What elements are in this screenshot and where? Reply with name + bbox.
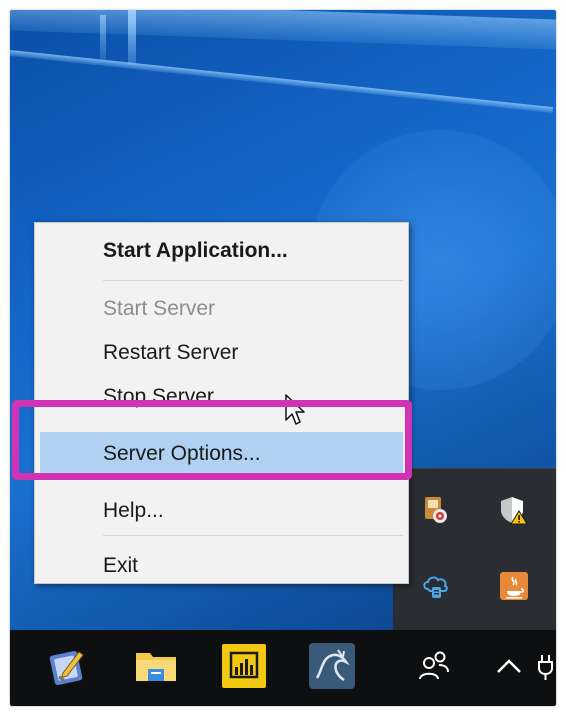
annotation-highlight-box [12, 400, 412, 480]
mysql-workbench-icon[interactable] [306, 640, 358, 692]
chevron-up-icon[interactable] [494, 640, 524, 692]
menu-separator [103, 535, 403, 536]
file-explorer-icon[interactable] [130, 640, 182, 692]
menu-item-restart-server[interactable]: Restart Server [35, 331, 408, 375]
screen: Start Application... Start Server Restar… [10, 10, 556, 706]
menu-separator [103, 280, 403, 281]
screenshot-frame: Start Application... Start Server Restar… [0, 0, 566, 714]
wallpaper-light-beam [10, 50, 554, 114]
power-bi-icon[interactable] [218, 640, 270, 692]
menu-item-exit[interactable]: Exit [35, 544, 408, 588]
notes-app-icon[interactable] [42, 640, 94, 692]
wallpaper-light-beam [100, 15, 106, 60]
menu-item-start-application[interactable]: Start Application... [35, 229, 408, 273]
wallpaper-light-beam [128, 10, 136, 65]
people-icon[interactable] [414, 640, 454, 692]
security-shield-warning-icon[interactable] [497, 493, 531, 527]
menu-item-help[interactable]: Help... [35, 489, 408, 533]
tray-overflow-flyout [393, 468, 556, 631]
cloud-sync-icon[interactable] [419, 569, 453, 603]
media-player-icon[interactable] [419, 493, 453, 527]
power-plug-icon[interactable] [536, 640, 556, 692]
menu-item-start-server[interactable]: Start Server [35, 287, 408, 331]
wallpaper-light-beam [10, 10, 556, 50]
java-icon[interactable] [497, 569, 531, 603]
